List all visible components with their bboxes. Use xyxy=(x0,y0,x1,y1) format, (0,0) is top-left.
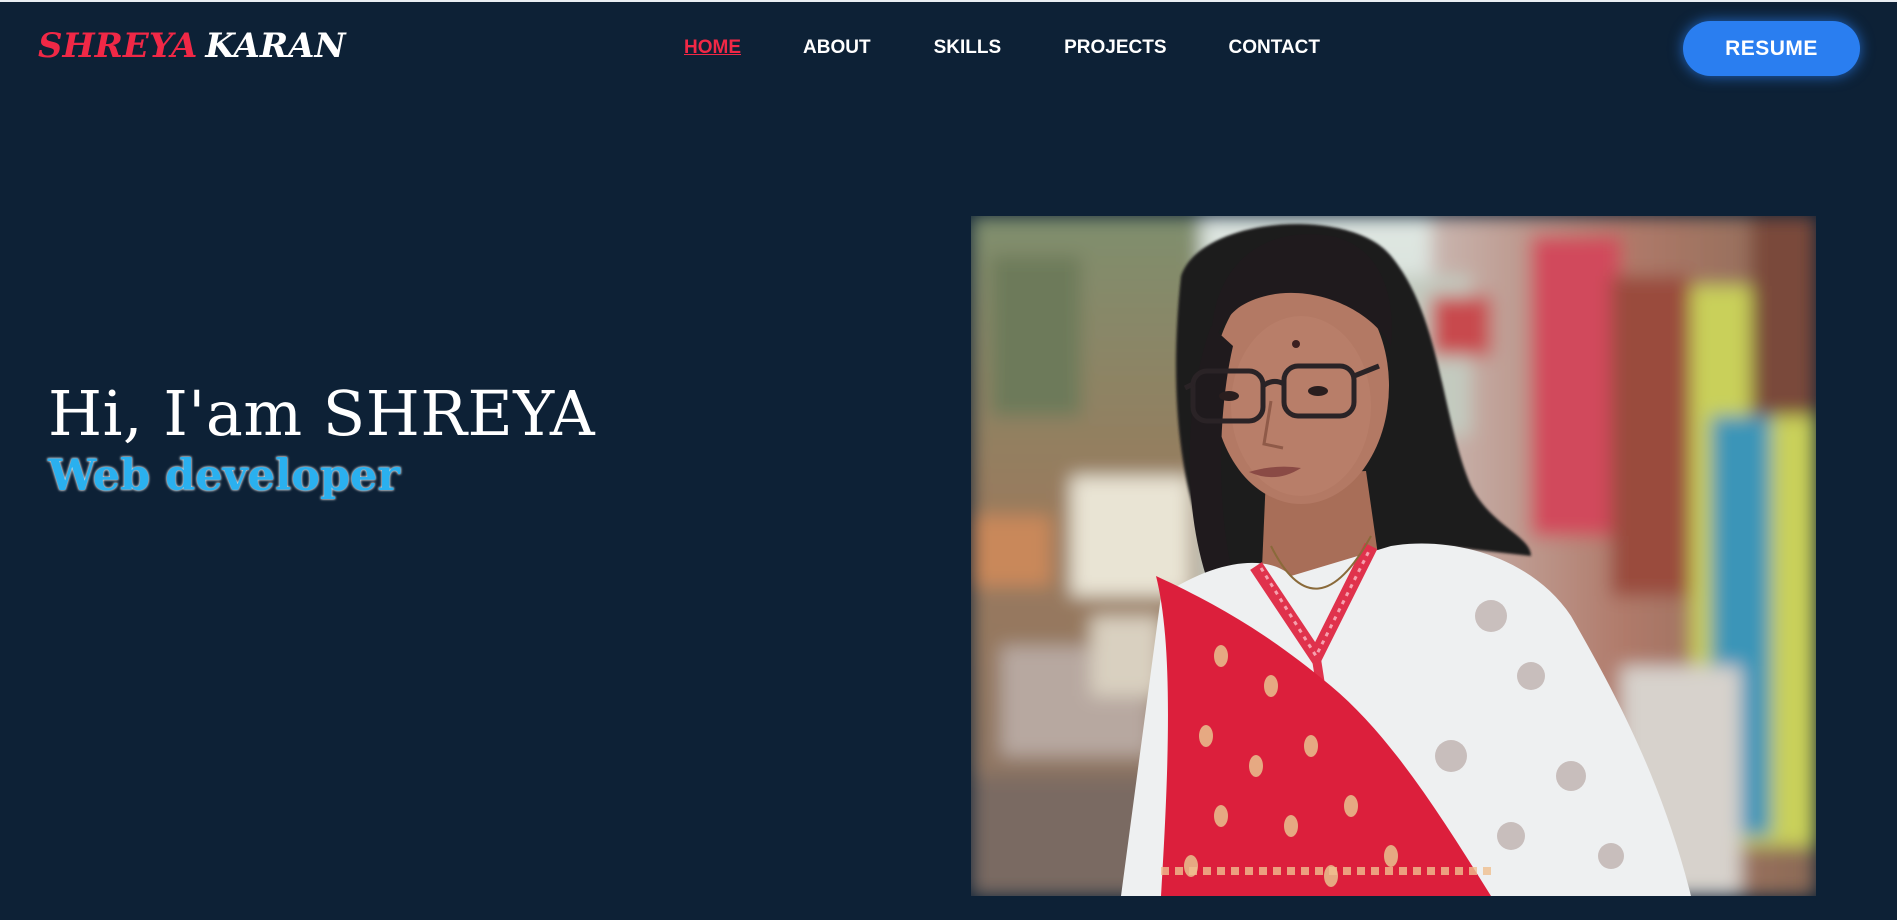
nav-home[interactable]: HOME xyxy=(684,36,741,60)
top-border xyxy=(0,0,1897,2)
hero-greeting: Hi, I'am SHREYA xyxy=(48,377,596,450)
brand-first-name: SHREYA xyxy=(38,26,198,66)
profile-photo xyxy=(971,216,1816,896)
nav-skills[interactable]: SKILLS xyxy=(934,36,1002,60)
nav-about[interactable]: ABOUT xyxy=(803,36,871,60)
nav-contact[interactable]: CONTACT xyxy=(1229,36,1320,60)
main-nav: HOME ABOUT SKILLS PROJECTS CONTACT xyxy=(684,36,1320,60)
hero-role: Web developer xyxy=(48,451,401,501)
resume-button[interactable]: RESUME xyxy=(1683,21,1860,76)
brand-last-name: KARAN xyxy=(205,26,346,66)
brand-logo[interactable]: SHREYA KARAN xyxy=(38,26,346,66)
nav-projects[interactable]: PROJECTS xyxy=(1064,36,1166,60)
